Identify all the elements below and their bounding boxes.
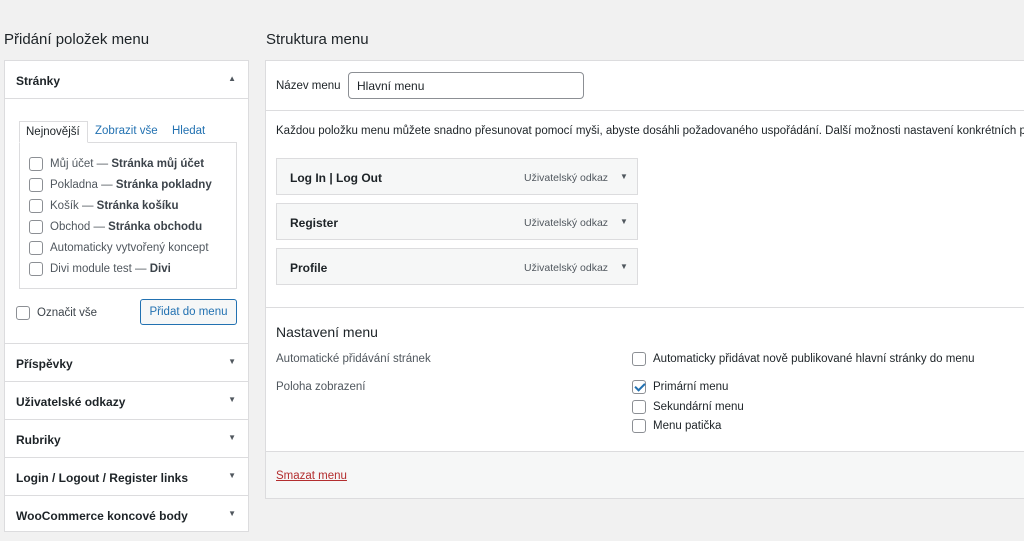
menu-item-title: Register — [290, 216, 339, 230]
page-checkbox[interactable] — [29, 240, 43, 255]
page-suffix: Divi — [149, 262, 171, 275]
location-secondary[interactable]: Sekundární menu — [632, 400, 744, 414]
page-name: Můj účet — [50, 157, 94, 170]
location-primary[interactable]: Primární menu — [632, 380, 728, 394]
section-title: Login / Logout / Register links — [16, 471, 189, 485]
triangle-down-icon[interactable]: ▼ — [620, 172, 628, 181]
location-label: Primární menu — [653, 381, 729, 393]
triangle-down-icon: ▼ — [228, 433, 236, 442]
menu-item-title: Log In | Log Out — [290, 171, 382, 185]
list-item[interactable]: Automaticky vytvořený koncept — [20, 237, 236, 258]
custom-links-section-header[interactable]: Uživatelské odkazy ▼ — [5, 382, 248, 420]
tab-newest[interactable]: Nejnovější — [19, 121, 88, 143]
menu-item-type: Uživatelský odkaz — [524, 262, 609, 274]
page-separator: — — [78, 199, 97, 212]
triangle-down-icon[interactable]: ▼ — [620, 217, 628, 226]
add-to-menu-button[interactable]: Přidat do menu — [140, 299, 237, 325]
section-title: Uživatelské odkazy — [16, 395, 126, 409]
pages-section-body: Nejnovější Zobrazit vše Hledat Můj účet … — [5, 99, 248, 344]
auto-add-option-label: Automaticky přidávat nově publikované hl… — [653, 353, 975, 365]
tab-search[interactable]: Hledat — [166, 121, 211, 143]
page-suffix: Stránka pokladny — [115, 178, 212, 191]
pages-checklist: Můj účet — Stránka můj účet Pokladna — S… — [19, 142, 237, 289]
triangle-down-icon: ▼ — [228, 509, 236, 518]
menu-item-title: Profile — [290, 261, 328, 275]
add-menu-items-title: Přidání položek menu — [4, 31, 150, 48]
location-checkbox[interactable] — [632, 400, 646, 414]
page-checkbox[interactable] — [29, 261, 43, 276]
list-item[interactable]: Divi module test — Divi — [20, 258, 236, 279]
page-separator: — — [97, 178, 116, 191]
page-name: Divi module test — [50, 262, 132, 275]
menu-name-input[interactable] — [348, 72, 584, 99]
menu-name-row: Název menu — [266, 61, 1024, 111]
triangle-down-icon: ▼ — [228, 395, 236, 404]
page-name: Automaticky vytvořený koncept — [50, 241, 209, 254]
pages-section-title: Stránky — [16, 74, 61, 88]
checkmark-icon[interactable] — [632, 380, 646, 394]
menu-item-login-logout[interactable]: Log In | Log Out Uživatelský odkaz ▼ — [276, 158, 638, 195]
page-checkbox[interactable] — [29, 219, 43, 234]
menu-item-type: Uživatelský odkaz — [524, 172, 609, 184]
divider — [266, 307, 1024, 308]
menu-settings-title: Nastavení menu — [276, 324, 378, 340]
page-suffix: Stránka můj účet — [111, 157, 205, 170]
section-title: Příspěvky — [16, 357, 73, 371]
triangle-down-icon[interactable]: ▼ — [620, 262, 628, 271]
display-location-label: Poloha zobrazení — [276, 381, 366, 393]
auto-add-checkbox[interactable] — [632, 352, 646, 366]
woocommerce-endpoints-section-header[interactable]: WooCommerce koncové body ▼ — [5, 496, 248, 534]
triangle-down-icon: ▼ — [228, 357, 236, 366]
posts-section-header[interactable]: Příspěvky ▼ — [5, 344, 248, 382]
list-item[interactable]: Pokladna — Stránka pokladny — [20, 174, 236, 195]
page-checkbox[interactable] — [29, 198, 43, 213]
select-all-checkbox[interactable] — [16, 306, 30, 320]
page-name: Košík — [50, 199, 79, 212]
page-suffix: Stránka obchodu — [108, 220, 203, 233]
page-checkbox[interactable] — [29, 156, 43, 171]
select-all-label: Označit vše — [37, 307, 98, 319]
auto-add-pages-label: Automatické přidávání stránek — [276, 353, 431, 365]
pages-section-header[interactable]: Stránky ▲ — [5, 61, 248, 99]
triangle-down-icon: ▼ — [228, 471, 236, 480]
page-name: Pokladna — [50, 178, 98, 191]
page-separator: — — [90, 220, 109, 233]
location-checkbox[interactable] — [632, 419, 646, 433]
page-separator: — — [131, 262, 150, 275]
drag-instructions: Každou položku menu můžete snadno přesun… — [276, 125, 1024, 137]
location-label: Sekundární menu — [653, 401, 744, 413]
triangle-up-icon: ▲ — [228, 74, 236, 83]
tab-show-all[interactable]: Zobrazit vše — [89, 121, 164, 143]
delete-menu-link[interactable]: Smazat menu — [276, 470, 347, 482]
auto-add-option[interactable]: Automaticky přidávat nově publikované hl… — [632, 352, 975, 366]
menu-item-profile[interactable]: Profile Uživatelský odkaz ▼ — [276, 248, 638, 285]
add-menu-items-panel: Stránky ▲ Nejnovější Zobrazit vše Hledat… — [4, 60, 249, 532]
list-item[interactable]: Můj účet — Stránka můj účet — [20, 153, 236, 174]
categories-section-header[interactable]: Rubriky ▼ — [5, 420, 248, 458]
section-title: Rubriky — [16, 433, 61, 447]
login-links-section-header[interactable]: Login / Logout / Register links ▼ — [5, 458, 248, 496]
location-footer[interactable]: Menu patička — [632, 419, 721, 433]
menu-structure-title: Struktura menu — [266, 31, 369, 48]
menu-footer: Smazat menu — [266, 451, 1024, 498]
menu-item-register[interactable]: Register Uživatelský odkaz ▼ — [276, 203, 638, 240]
page-suffix: Stránka košíku — [96, 199, 179, 212]
location-label: Menu patička — [653, 420, 722, 432]
menu-structure-panel: Název menu Každou položku menu můžete sn… — [265, 60, 1024, 499]
menu-name-label: Název menu — [276, 80, 341, 92]
select-all[interactable]: Označit vše — [16, 306, 97, 320]
list-item[interactable]: Košík — Stránka košíku — [20, 195, 236, 216]
list-item[interactable]: Obchod — Stránka obchodu — [20, 216, 236, 237]
page-name: Obchod — [50, 220, 91, 233]
section-title: WooCommerce koncové body — [16, 509, 188, 523]
page-checkbox[interactable] — [29, 177, 43, 192]
menu-item-type: Uživatelský odkaz — [524, 217, 609, 229]
page-separator: — — [93, 157, 112, 170]
